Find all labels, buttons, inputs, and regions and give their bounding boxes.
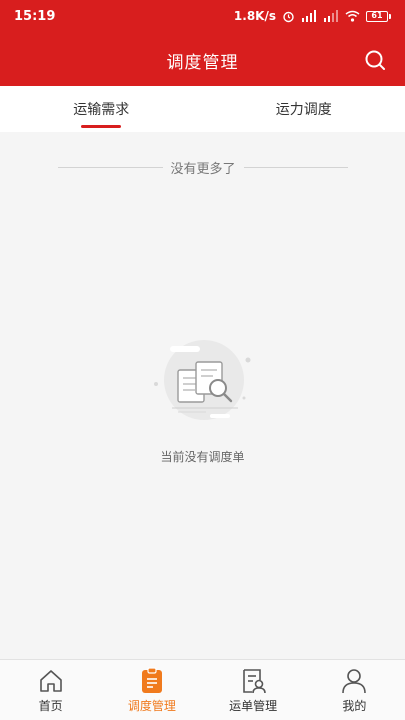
list-end-divider: 没有更多了: [58, 156, 349, 178]
waybill-icon: [239, 667, 267, 695]
tab-label: 运力调度: [275, 102, 332, 118]
app-header: 15:19 1.8K/s 61 调度管理: [0, 0, 405, 86]
status-indicators: 1.8K/s 61: [234, 9, 391, 23]
wifi-icon: [345, 10, 360, 22]
nav-item-dispatch[interactable]: 调度管理: [101, 660, 202, 720]
battery-icon: 61: [366, 10, 391, 22]
bottom-nav: 首页 调度管理 运单管理 我的: [0, 659, 405, 720]
signal-icon-2: [323, 10, 339, 22]
nav-item-label: 我的: [342, 699, 367, 713]
nav-bar: 调度管理: [0, 36, 405, 84]
status-bar: 15:19 1.8K/s 61: [0, 0, 405, 32]
divider-line-right: [243, 166, 349, 168]
nav-item-label: 运单管理: [229, 699, 278, 713]
clipboard-icon: [138, 667, 166, 695]
nav-item-mine[interactable]: 我的: [304, 660, 405, 720]
nav-item-home[interactable]: 首页: [0, 660, 101, 720]
nav-item-label: 首页: [38, 699, 63, 713]
empty-state-message: 当前没有调度单: [160, 450, 245, 464]
nav-item-waybill[interactable]: 运单管理: [203, 660, 304, 720]
tab-bar: 运输需求 运力调度: [0, 86, 405, 132]
empty-documents-icon: [148, 338, 256, 428]
home-icon: [37, 667, 65, 695]
nav-item-label: 调度管理: [127, 699, 176, 713]
tab-active-indicator: [81, 125, 122, 128]
user-icon: [340, 667, 368, 695]
battery-level: 61: [366, 10, 388, 22]
search-icon[interactable]: [363, 48, 387, 72]
list-end-text: 没有更多了: [170, 161, 236, 177]
status-time: 15:19: [14, 8, 56, 24]
alarm-icon: [282, 10, 295, 23]
signal-icon: [301, 10, 317, 22]
tab-transport-demand[interactable]: 运输需求: [0, 86, 203, 132]
network-speed: 1.8K/s: [233, 9, 276, 23]
divider-line-left: [58, 166, 163, 168]
page-title: 调度管理: [166, 52, 239, 73]
tab-capacity-dispatch[interactable]: 运力调度: [203, 86, 405, 132]
tab-label: 运输需求: [73, 102, 130, 118]
